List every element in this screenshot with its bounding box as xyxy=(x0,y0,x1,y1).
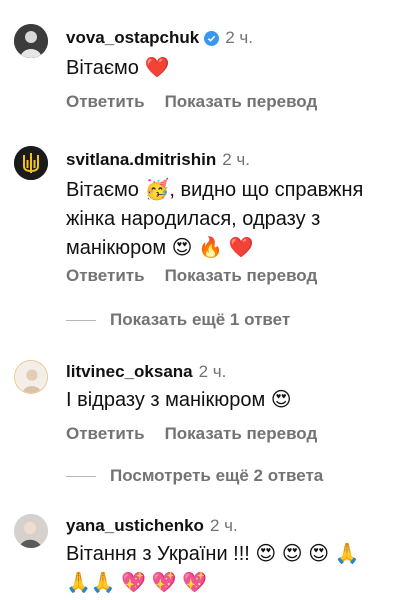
translate-button[interactable]: Показать перевод xyxy=(165,424,318,444)
comment-time: 2 ч. xyxy=(198,362,227,381)
translate-button[interactable]: Показать перевод xyxy=(165,92,318,112)
avatar[interactable] xyxy=(14,514,48,548)
reply-button[interactable]: Ответить xyxy=(66,266,145,286)
view-more-replies-button[interactable]: Показать ещё 1 ответ xyxy=(66,310,290,330)
reply-thread-line xyxy=(66,319,96,321)
view-more-replies-button[interactable]: Посмотреть ещё 2 ответа xyxy=(66,466,323,486)
username[interactable]: yana_ustichenko xyxy=(66,516,204,536)
verified-badge-icon xyxy=(204,30,220,46)
view-more-replies-label: Посмотреть ещё 2 ответа xyxy=(110,466,324,485)
comment-time: 2 ч. xyxy=(225,28,253,47)
view-more-replies-label: Показать ещё 1 ответ xyxy=(110,310,291,329)
comment-text: Вітаємо ❤️ xyxy=(66,57,170,79)
reply-button[interactable]: Ответить xyxy=(66,424,145,444)
username[interactable]: svitlana.dmitrishin xyxy=(66,150,216,170)
avatar[interactable] xyxy=(14,360,48,394)
comment-text: Вітання з України !!! 😍 😍 😍 🙏🙏🙏 💖 💖 💖 xyxy=(66,543,360,594)
comment-time: 2 ч. xyxy=(222,150,250,169)
username[interactable]: litvinec_oksana xyxy=(66,362,193,382)
trident-icon xyxy=(14,146,48,180)
comment-text: Вітаємо 🥳, видно що справжня жінка народ… xyxy=(66,179,364,259)
avatar[interactable] xyxy=(14,146,48,180)
comment-text: І відразу з манікюром 😍 xyxy=(66,389,292,411)
comment-time: 2 ч. xyxy=(209,516,238,535)
username[interactable]: vova_ostapchuk xyxy=(66,28,199,48)
avatar[interactable] xyxy=(14,24,48,58)
reply-button[interactable]: Ответить xyxy=(66,92,145,112)
reply-thread-line xyxy=(66,475,96,477)
translate-button[interactable]: Показать перевод xyxy=(165,266,318,286)
